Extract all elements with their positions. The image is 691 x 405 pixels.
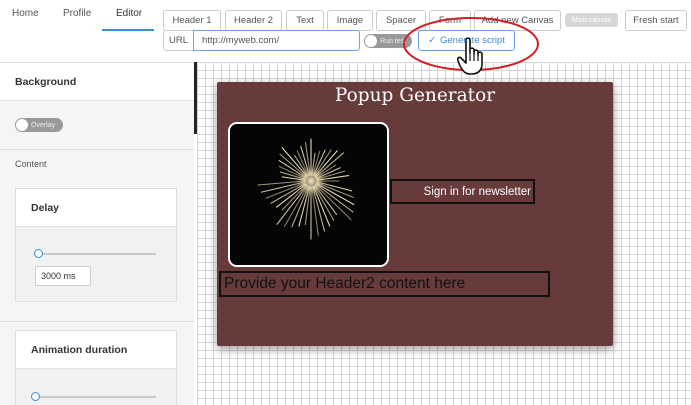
fresh-start-button[interactable]: Fresh start [625,10,687,31]
active-tab-indicator [102,29,154,31]
main-canvas-badge[interactable]: Main canvas [565,13,618,27]
delay-slider-track[interactable] [38,253,156,255]
delay-slider-handle[interactable] [34,249,43,258]
overlay-label: Overlay [31,121,56,129]
animation-slider-track[interactable] [38,396,156,398]
divider [0,149,194,150]
background-section-heading[interactable]: Background [0,63,194,101]
animation-duration-heading: Animation duration [16,331,176,369]
delay-input[interactable]: 3000 ms [35,266,91,286]
fireworks-graphic [230,124,387,265]
toggle-knob [16,119,28,131]
nav-tab-home[interactable]: Home [12,8,39,19]
add-header2-button[interactable]: Header 2 [225,10,282,31]
fireworks-image[interactable] [228,122,389,267]
run-test-label: Run test [380,37,407,45]
toggle-knob [365,35,377,47]
header2-content[interactable]: Provide your Header2 content here [219,271,550,297]
animation-slider-handle[interactable] [31,392,40,401]
content-label: Content [15,159,47,169]
popup-title[interactable]: Popup Generator [217,85,613,106]
add-canvas-button[interactable]: Add new Canvas [474,10,561,31]
delay-card: Delay 3000 ms [15,188,177,302]
overlay-toggle[interactable]: Overlay [15,118,63,132]
divider [0,321,194,322]
popup-preview[interactable]: Popup Generator Sign in for newsletter P… [217,82,613,346]
newsletter-subheader[interactable]: Sign in for newsletter [390,179,535,204]
top-bar: Home Profile Editor Header 1 Header 2 Te… [0,0,691,62]
add-image-button[interactable]: Image [327,10,373,31]
run-test-toggle[interactable]: Run test [364,34,412,48]
url-input[interactable] [193,30,360,51]
animation-duration-card: Animation duration [15,330,177,405]
add-form-button[interactable]: Form [429,10,471,31]
check-icon: ✓ [428,35,436,46]
add-text-button[interactable]: Text [286,10,324,31]
url-label: URL [163,30,193,51]
add-header1-button[interactable]: Header 1 [163,10,221,31]
delay-heading: Delay [16,189,176,227]
settings-sidebar: Background Overlay Content Delay 3000 ms… [0,62,194,405]
hand-pointer-icon [457,37,483,75]
add-spacer-button[interactable]: Spacer [376,10,426,31]
nav-tab-profile[interactable]: Profile [63,8,91,19]
nav-tab-editor[interactable]: Editor [116,8,142,19]
